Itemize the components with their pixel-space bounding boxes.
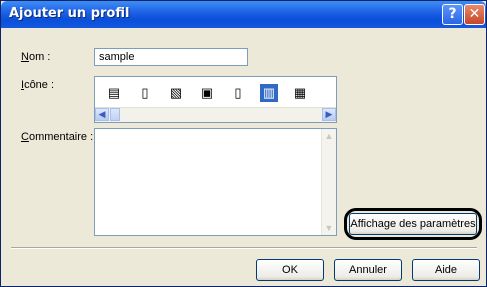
scroll-down-button[interactable]: ▼ [322, 221, 336, 235]
document-stack-icon[interactable]: ▦ [291, 84, 309, 102]
scroll-left-button[interactable]: ◀ [95, 108, 109, 121]
comment-scrollbar[interactable]: ▲ ▼ [321, 129, 336, 235]
name-input[interactable]: sample [94, 48, 248, 66]
separator [11, 247, 477, 249]
add-profile-dialog: Ajouter un profil ? ✕ Nom : sample Icône… [0, 0, 487, 287]
picture-icon[interactable]: ▣ [198, 84, 216, 102]
title-bar: Ajouter un profil ? ✕ [1, 1, 486, 28]
highlight-ring [344, 208, 482, 240]
icon-label: Icône : [21, 79, 55, 91]
scroll-up-button[interactable]: ▲ [322, 129, 336, 143]
close-button[interactable]: ✕ [464, 4, 485, 25]
help-button[interactable]: Aide [412, 259, 480, 281]
document-columns-icon[interactable]: ▥ [260, 84, 278, 102]
comment-label: Commentaire : [21, 131, 94, 143]
icon-list[interactable]: ▤ ▯ ▧ ▣ ▯ ▥ ▦ ◀ ▶ [94, 76, 337, 123]
help-title-button[interactable]: ? [442, 4, 463, 25]
scroll-right-button[interactable]: ▶ [322, 108, 336, 121]
document-blank-icon[interactable]: ▯ [229, 84, 247, 102]
name-label: Nom : [21, 51, 51, 63]
comment-textarea[interactable]: ▲ ▼ [94, 128, 337, 236]
icon-list-scrollbar[interactable]: ◀ ▶ [95, 107, 336, 122]
document-image-icon[interactable]: ▧ [167, 84, 185, 102]
scroll-thumb[interactable] [110, 108, 120, 121]
ok-button[interactable]: OK [256, 259, 324, 281]
document-red-icon[interactable]: ▯ [136, 84, 154, 102]
dialog-title: Ajouter un profil [9, 6, 130, 21]
document-lines-icon[interactable]: ▤ [105, 84, 123, 102]
cancel-button[interactable]: Annuler [334, 259, 402, 281]
